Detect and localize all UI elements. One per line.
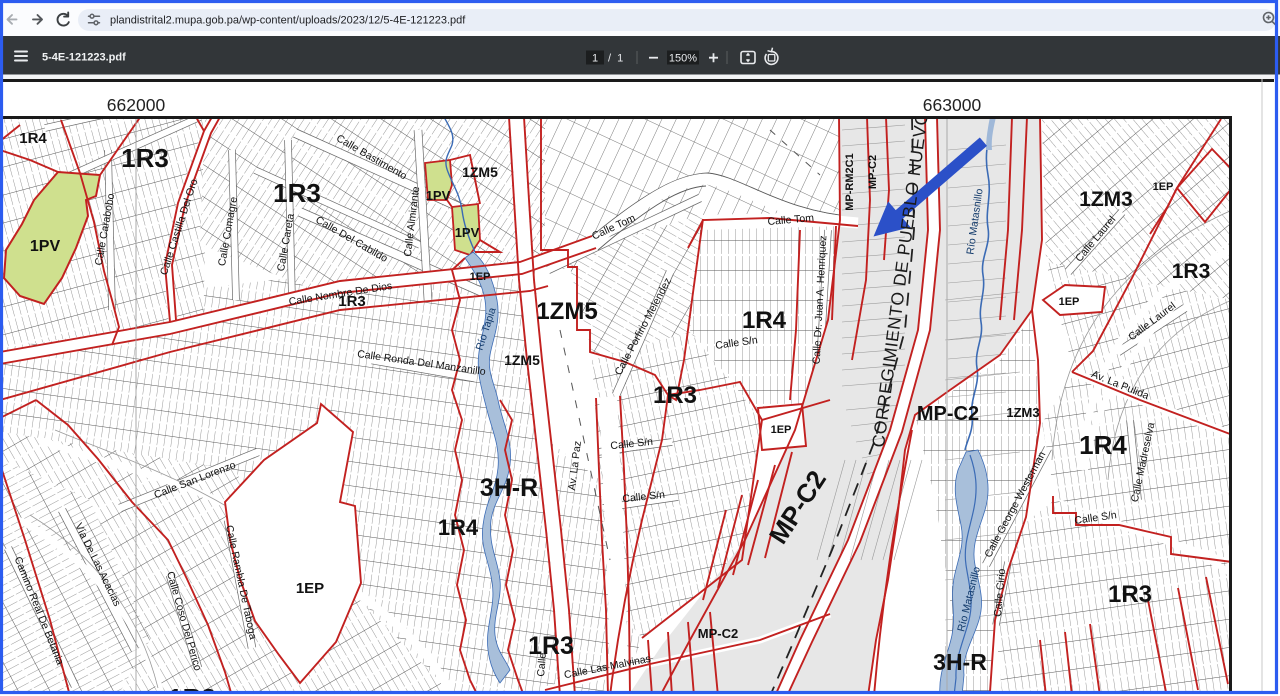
svg-text:Calle: Calle bbox=[535, 652, 549, 677]
svg-text:1ZM3: 1ZM3 bbox=[1006, 405, 1039, 420]
svg-text:MP-C2: MP-C2 bbox=[917, 403, 979, 425]
svg-text:1ZM5: 1ZM5 bbox=[462, 164, 498, 180]
svg-text:1: 1 bbox=[592, 53, 598, 65]
svg-text:MP-C2: MP-C2 bbox=[867, 155, 879, 189]
svg-text:1PV: 1PV bbox=[455, 225, 480, 240]
svg-text:1EP: 1EP bbox=[296, 580, 324, 597]
svg-text:plandistrital2.mupa.gob.pa/wp-: plandistrital2.mupa.gob.pa/wp-content/up… bbox=[110, 15, 466, 27]
svg-text:1ZM5: 1ZM5 bbox=[536, 298, 597, 325]
svg-text:1EP: 1EP bbox=[771, 424, 792, 436]
svg-text:MP-RM2C1: MP-RM2C1 bbox=[844, 153, 856, 210]
svg-text:/ 1: / 1 bbox=[608, 53, 623, 65]
svg-text:1EP: 1EP bbox=[1153, 181, 1174, 193]
svg-text:3H-R: 3H-R bbox=[933, 649, 987, 675]
svg-text:1R3: 1R3 bbox=[1108, 581, 1152, 608]
svg-text:3H-R: 3H-R bbox=[480, 474, 538, 502]
svg-text:1PV: 1PV bbox=[426, 188, 451, 203]
svg-text:1ZM3: 1ZM3 bbox=[1079, 188, 1133, 211]
svg-text:663000: 663000 bbox=[923, 95, 982, 115]
svg-text:1R4: 1R4 bbox=[742, 307, 787, 334]
svg-text:1ZM5: 1ZM5 bbox=[504, 352, 540, 368]
svg-text:662000: 662000 bbox=[107, 95, 166, 115]
svg-text:MP-C2: MP-C2 bbox=[698, 626, 738, 641]
svg-text:1R3: 1R3 bbox=[528, 632, 574, 660]
svg-text:150%: 150% bbox=[669, 53, 697, 65]
svg-text:1R3: 1R3 bbox=[121, 143, 169, 173]
svg-text:1EP: 1EP bbox=[470, 271, 491, 283]
svg-text:1EP: 1EP bbox=[1059, 296, 1080, 308]
svg-text:1R3: 1R3 bbox=[1172, 260, 1211, 283]
svg-text:1R3: 1R3 bbox=[273, 178, 321, 208]
svg-text:1PV: 1PV bbox=[30, 238, 61, 255]
svg-text:1R3: 1R3 bbox=[653, 382, 697, 409]
svg-text:1R4: 1R4 bbox=[19, 130, 47, 147]
svg-text:1R4: 1R4 bbox=[438, 515, 479, 540]
svg-text:5-4E-121223.pdf: 5-4E-121223.pdf bbox=[42, 52, 126, 64]
svg-text:1R4: 1R4 bbox=[1079, 430, 1127, 460]
